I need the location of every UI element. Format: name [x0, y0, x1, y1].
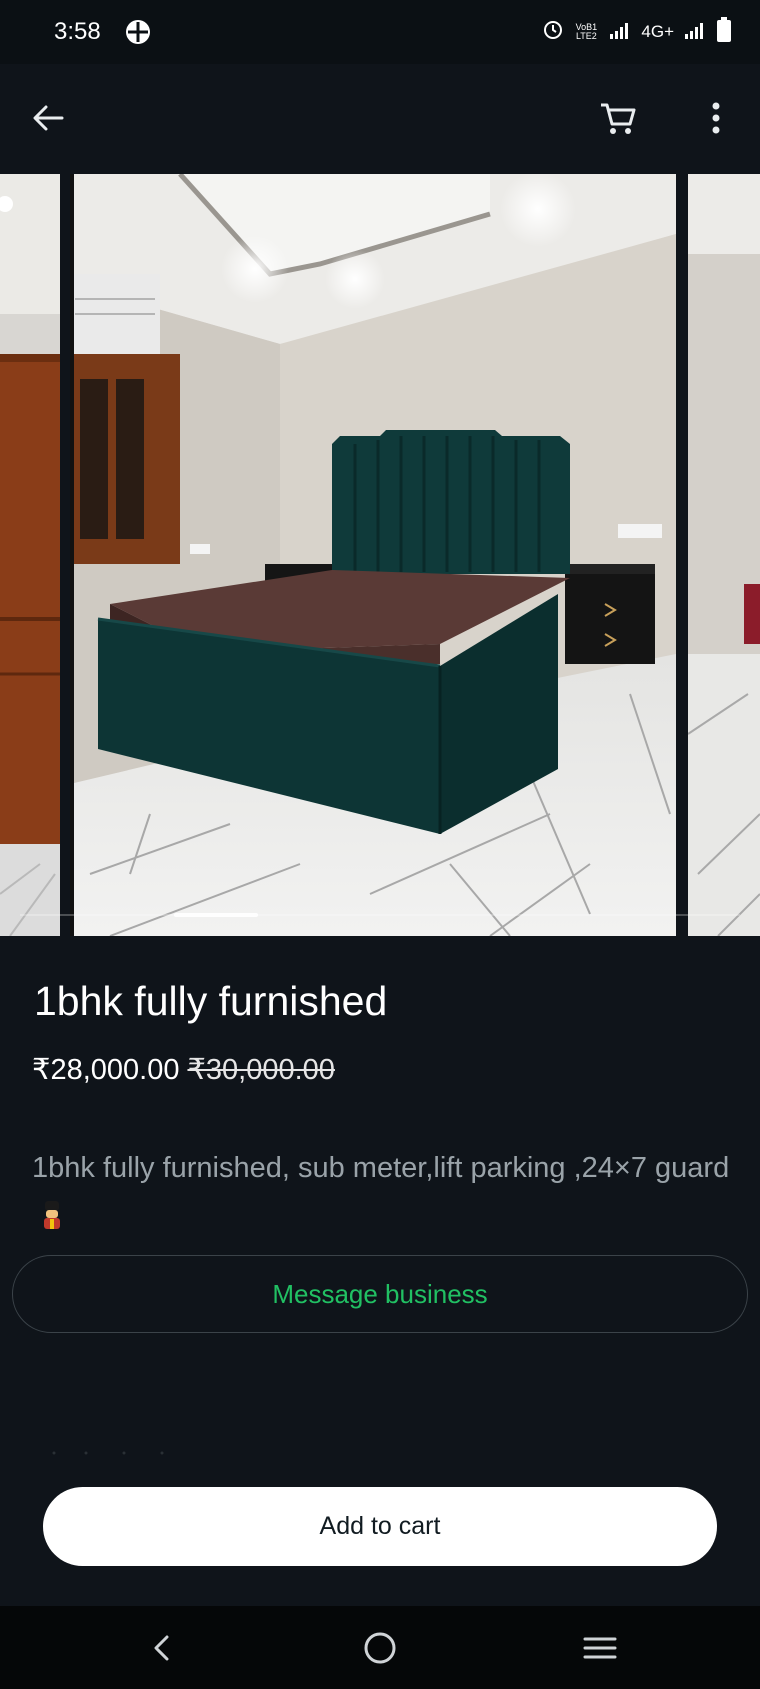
guard-emoji-icon: [40, 1196, 64, 1229]
message-business-button[interactable]: Message business: [12, 1255, 748, 1333]
alarm-icon: [543, 20, 563, 45]
product-description-text: 1bhk fully furnished, sub meter,lift par…: [32, 1152, 730, 1184]
nav-recents-button[interactable]: [578, 1626, 622, 1670]
menu-icon: [583, 1637, 617, 1659]
current-price: ₹28,000.00: [32, 1054, 180, 1086]
battery-icon: [716, 16, 732, 48]
app-bar: [0, 64, 760, 174]
carousel-indicator-active: [174, 913, 258, 917]
back-button[interactable]: [26, 96, 70, 140]
more-vert-icon: [712, 102, 720, 134]
status-indicators: VoB1 LTE2 4G+: [543, 16, 732, 48]
nav-home-button[interactable]: [358, 1626, 402, 1670]
product-image-carousel[interactable]: [0, 174, 760, 936]
system-navigation-bar: [0, 1606, 760, 1689]
product-image-current[interactable]: [70, 174, 676, 936]
price-row: ₹28,000.00 ₹30,000.00: [32, 1052, 335, 1087]
decorative-dots: [50, 1443, 170, 1455]
status-time: 3:58: [54, 18, 101, 45]
add-to-cart-button[interactable]: Add to cart: [43, 1487, 717, 1566]
product-description: 1bhk fully furnished, sub meter,lift par…: [32, 1144, 732, 1240]
signal-icon-1: [609, 21, 631, 44]
arrow-left-icon: [33, 105, 64, 131]
home-circle-icon: [364, 1632, 396, 1664]
shopping-cart-icon: [601, 103, 636, 134]
signal-icon-2: [684, 21, 706, 44]
app-notification-icon: [124, 18, 152, 46]
original-price: ₹30,000.00: [187, 1054, 335, 1086]
chevron-left-icon: [154, 1635, 169, 1661]
carousel-indicator-track: [20, 914, 740, 916]
network-type-label: 4G+: [641, 22, 674, 41]
more-options-button[interactable]: [696, 96, 736, 140]
product-image-previous[interactable]: [0, 174, 60, 936]
nav-back-button[interactable]: [140, 1626, 184, 1670]
cart-button[interactable]: [596, 96, 640, 140]
product-image-next[interactable]: [688, 174, 760, 936]
status-bar: 3:58 VoB1 LTE2 4G+: [0, 0, 760, 64]
product-title: 1bhk fully furnished: [34, 978, 388, 1024]
volte-label: VoB1 LTE2: [575, 22, 598, 41]
